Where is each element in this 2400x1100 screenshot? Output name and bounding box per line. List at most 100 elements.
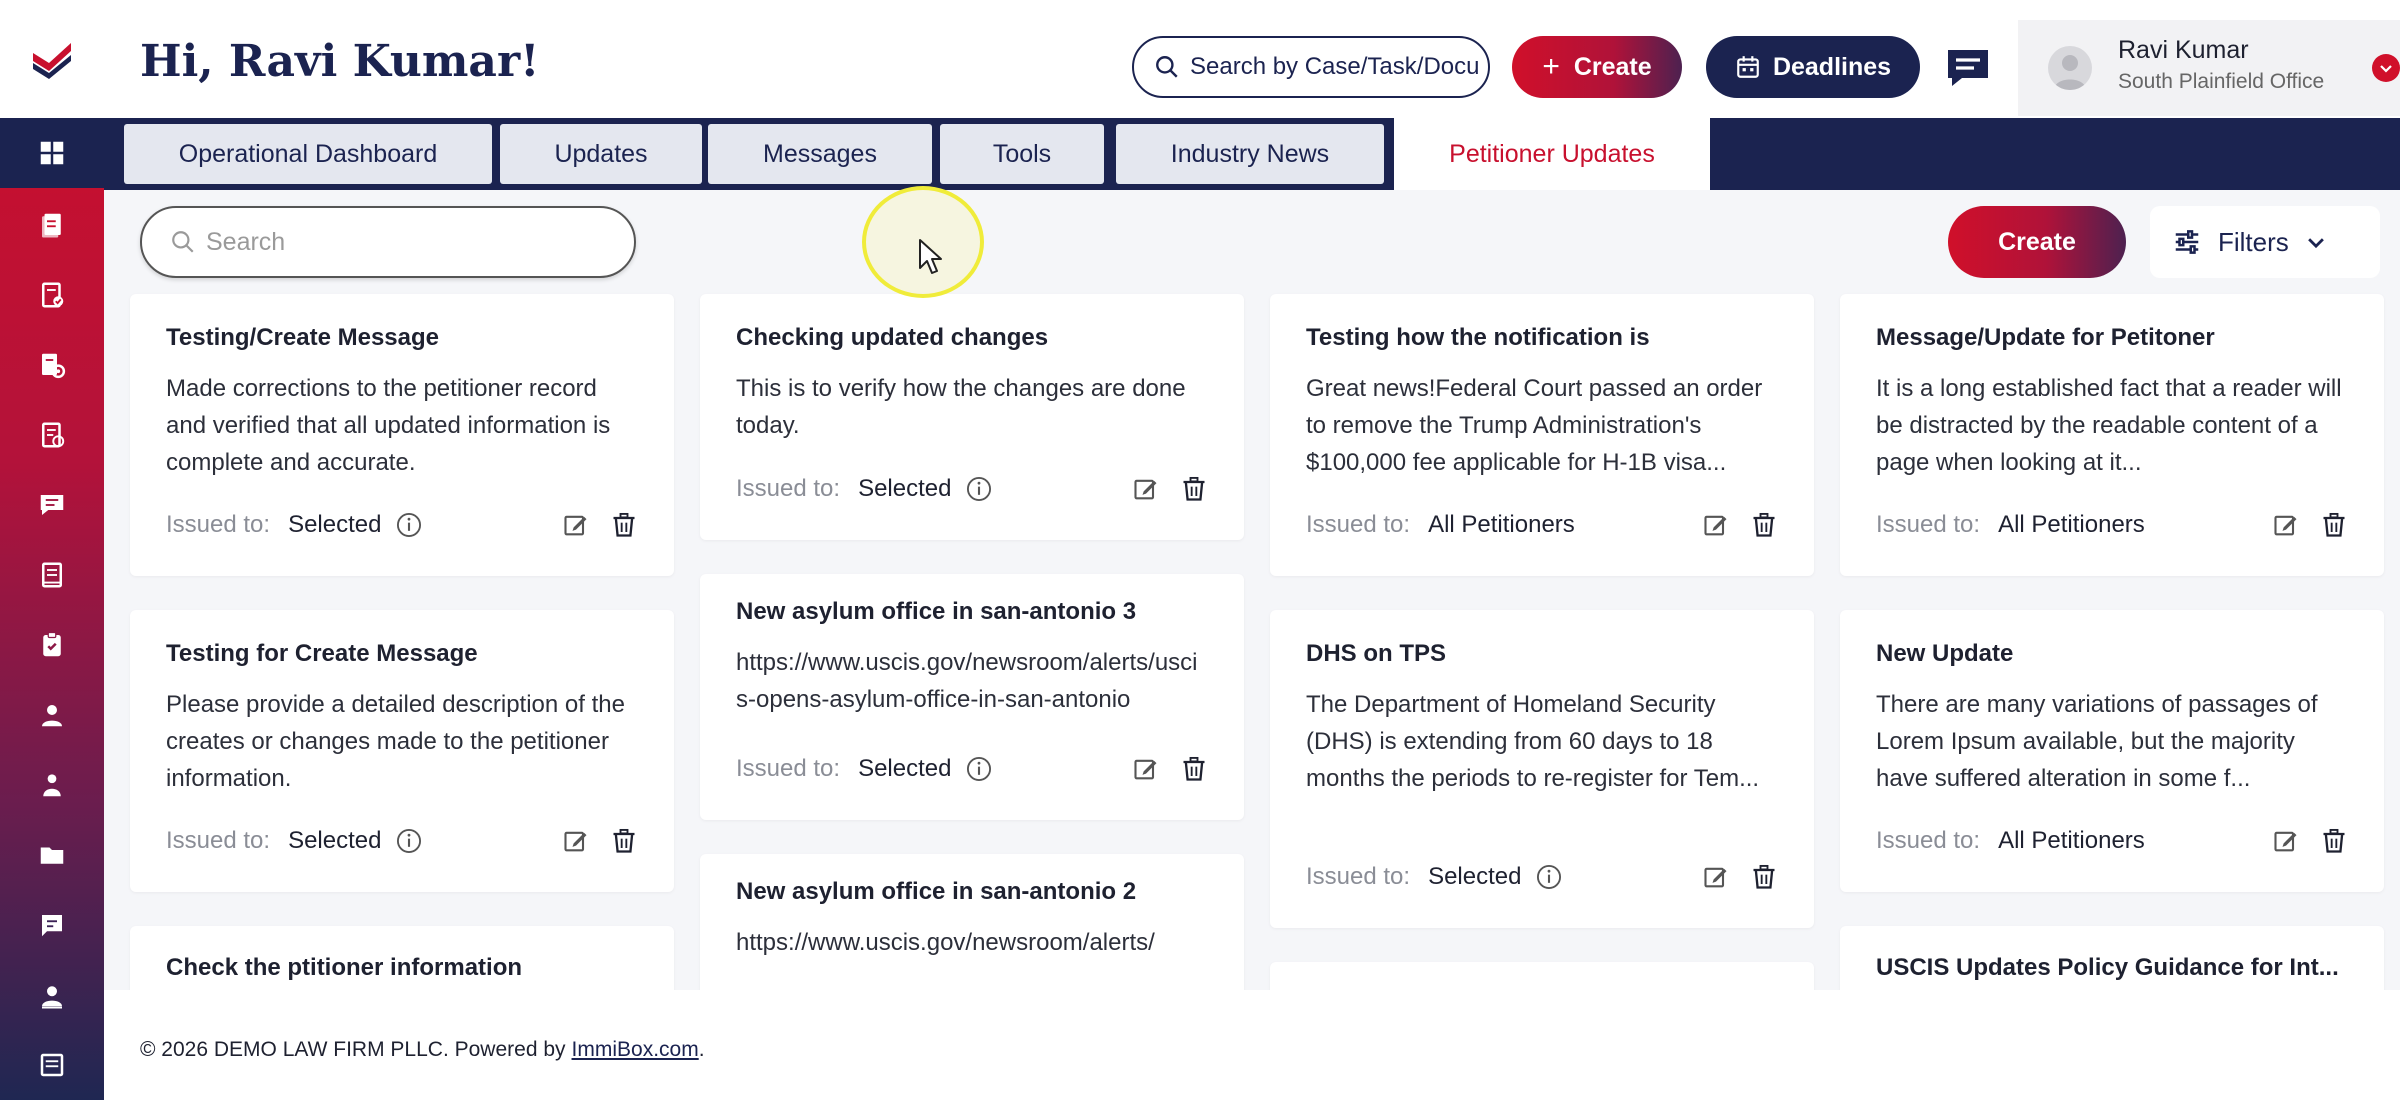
sidebar-item-folder[interactable] bbox=[0, 820, 104, 890]
create-button[interactable]: Create bbox=[1948, 206, 2126, 278]
sidebar-item-book[interactable] bbox=[0, 540, 104, 610]
sidebar-item-documents[interactable] bbox=[0, 190, 104, 260]
profile-icon bbox=[42, 986, 62, 1009]
update-card[interactable]: USCIS Updates Policy Guidance for Int... bbox=[1840, 926, 2384, 990]
issued-to-label: Issued to: bbox=[736, 755, 841, 782]
sidebar-item-messages[interactable] bbox=[0, 890, 104, 960]
sliders-icon bbox=[2175, 230, 2199, 254]
user-menu[interactable]: Ravi Kumar South Plainfield Office bbox=[2018, 20, 2400, 116]
card-body: https://www.uscis.gov/newsroom/alerts/ bbox=[736, 929, 1155, 956]
immibox-link[interactable]: ImmiBox.com bbox=[572, 1038, 699, 1062]
issued-to-value: All Petitioners bbox=[1428, 511, 1575, 538]
user-group-icon bbox=[43, 774, 61, 797]
trash-icon[interactable] bbox=[1180, 755, 1208, 783]
info-icon[interactable] bbox=[395, 827, 423, 855]
edit-icon[interactable] bbox=[562, 827, 590, 855]
edit-icon[interactable] bbox=[1702, 511, 1730, 539]
card-title: Testing/Create Message bbox=[166, 324, 439, 351]
update-card[interactable]: Check the ptitioner information bbox=[130, 926, 674, 990]
sidebar-item-document-check[interactable] bbox=[0, 260, 104, 330]
edit-icon[interactable] bbox=[562, 511, 590, 539]
update-card[interactable]: Testing how the notification is Great ne… bbox=[1270, 294, 1814, 576]
trash-icon[interactable] bbox=[610, 511, 638, 539]
issued-to-value: Selected bbox=[1428, 863, 1522, 890]
tab-tools[interactable]: Tools bbox=[940, 124, 1104, 184]
update-card[interactable]: New asylum office in san-antonio 2 https… bbox=[700, 854, 1244, 990]
update-card[interactable]: Checking updated changes This is to veri… bbox=[700, 294, 1244, 540]
sidebar-item-dashboard[interactable] bbox=[0, 118, 104, 188]
card-title: New asylum office in san-antonio 2 bbox=[736, 878, 1137, 905]
update-card[interactable]: Testing for Create Message Please provid… bbox=[130, 610, 674, 892]
chevron-down-icon[interactable] bbox=[2372, 54, 2400, 82]
issued-to-value: All Petitioners bbox=[1998, 511, 2145, 538]
case-search-input[interactable]: Search by Case/Task/Docu bbox=[1132, 36, 1490, 98]
tab-operational-dashboard[interactable]: Operational Dashboard bbox=[124, 124, 492, 184]
case-search-placeholder: Search by Case/Task/Docu bbox=[1190, 53, 1480, 80]
trash-icon[interactable] bbox=[610, 827, 638, 855]
issued-to-value: Selected bbox=[288, 827, 382, 854]
card-title: New asylum office in san-antonio 3 bbox=[736, 598, 1137, 625]
document-check-icon bbox=[42, 282, 64, 308]
sidebar-item-profile[interactable] bbox=[0, 960, 104, 1030]
chat-button[interactable] bbox=[1940, 40, 1996, 96]
update-card[interactable]: DHS on TPS The Department of Homeland Se… bbox=[1270, 610, 1814, 928]
deadlines-button[interactable]: Deadlines bbox=[1706, 36, 1920, 98]
avatar-placeholder-icon bbox=[2054, 55, 2086, 90]
page-footer: © 2026 DEMO LAW FIRM PLLC. Powered by Im… bbox=[104, 1010, 2400, 1090]
trash-icon[interactable] bbox=[1750, 511, 1778, 539]
edit-icon[interactable] bbox=[1132, 475, 1160, 503]
sidebar-item-user[interactable] bbox=[0, 680, 104, 750]
update-card[interactable]: New asylum office in san-antonio 3 https… bbox=[700, 574, 1244, 820]
update-card[interactable] bbox=[1270, 962, 1814, 990]
update-card[interactable]: Message/Update for Petitoner It is a lon… bbox=[1840, 294, 2384, 576]
app-logo[interactable] bbox=[0, 0, 104, 118]
documents-icon bbox=[42, 213, 61, 238]
info-icon[interactable] bbox=[1535, 863, 1563, 891]
trash-icon[interactable] bbox=[2320, 511, 2348, 539]
message-square-icon bbox=[42, 915, 62, 937]
tab-messages[interactable]: Messages bbox=[708, 124, 932, 184]
cursor-arrow-icon bbox=[919, 239, 942, 274]
card-body: Made corrections to the petitioner recor… bbox=[166, 375, 611, 476]
search-input[interactable]: Search bbox=[140, 206, 636, 278]
info-icon[interactable] bbox=[965, 755, 993, 783]
card-body: There are many variations of passages of… bbox=[1876, 691, 2318, 792]
sidebar-item-users[interactable] bbox=[0, 750, 104, 820]
trash-icon[interactable] bbox=[2320, 827, 2348, 855]
trash-icon[interactable] bbox=[1750, 863, 1778, 891]
info-icon[interactable] bbox=[965, 475, 993, 503]
sidebar-item-document-approve[interactable] bbox=[0, 400, 104, 470]
sidebar-item-list[interactable] bbox=[0, 1030, 104, 1100]
edit-icon[interactable] bbox=[1132, 755, 1160, 783]
tab-petitioner-updates[interactable]: Petitioner Updates bbox=[1394, 118, 1710, 190]
filters-label: Filters bbox=[2218, 226, 2289, 257]
card-title: DHS on TPS bbox=[1306, 640, 1447, 667]
header-create-button[interactable]: + Create bbox=[1512, 36, 1682, 98]
clipboard-check-icon bbox=[43, 631, 61, 657]
info-icon[interactable] bbox=[395, 511, 423, 539]
edit-icon[interactable] bbox=[2272, 827, 2300, 855]
sidebar-item-clipboard[interactable] bbox=[0, 610, 104, 680]
card-footer: Issued to: Selected bbox=[166, 508, 638, 542]
copyright-text: © 2026 DEMO LAW FIRM PLLC. Powered by bbox=[140, 1038, 566, 1061]
sidebar-item-document-settings[interactable] bbox=[0, 330, 104, 400]
header-create-label: Create bbox=[1573, 52, 1652, 81]
trash-icon[interactable] bbox=[1180, 475, 1208, 503]
sidebar-item-chat[interactable] bbox=[0, 470, 104, 540]
edit-icon[interactable] bbox=[1702, 863, 1730, 891]
tab-updates[interactable]: Updates bbox=[500, 124, 702, 184]
search-placeholder: Search bbox=[206, 227, 286, 256]
issued-to-label: Issued to: bbox=[166, 827, 271, 854]
tab-industry-news[interactable]: Industry News bbox=[1116, 124, 1384, 184]
tab-bar: Operational Dashboard Updates Messages T… bbox=[104, 118, 2400, 190]
edit-icon[interactable] bbox=[2272, 511, 2300, 539]
card-body: The Department of Homeland Security (DHS… bbox=[1306, 691, 1760, 792]
card-body: Please provide a detailed description of… bbox=[166, 691, 625, 792]
filters-dropdown[interactable]: Filters bbox=[2150, 206, 2380, 278]
chat-icon bbox=[40, 495, 64, 515]
book-icon bbox=[42, 562, 62, 588]
issued-to-value: Selected bbox=[288, 511, 382, 538]
update-card[interactable]: New Update There are many variations of … bbox=[1840, 610, 2384, 892]
update-card[interactable]: Testing/Create Message Made corrections … bbox=[130, 294, 674, 576]
user-name: Ravi Kumar bbox=[2118, 36, 2249, 64]
